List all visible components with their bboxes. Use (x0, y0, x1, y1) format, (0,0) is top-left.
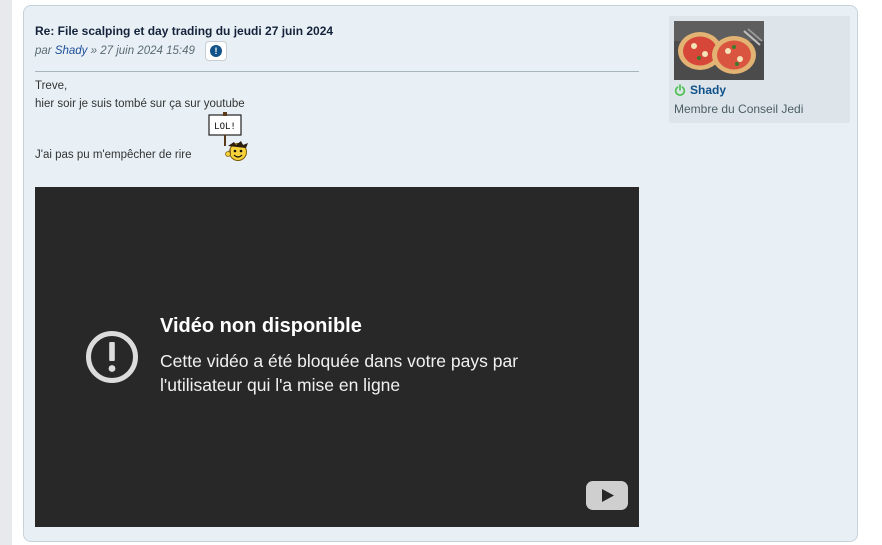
video-unavailable-title: Vidéo non disponible (160, 315, 362, 337)
exclamation-circle-icon (86, 331, 138, 383)
youtube-logo-icon[interactable] (586, 481, 628, 510)
user-avatar[interactable] (674, 21, 764, 80)
post-meta: par Shady » 27 juin 2024 15:49 (35, 45, 195, 57)
author-profile: Shady Membre du Conseil Jedi (669, 16, 850, 123)
post-text-line: hier soir je suis tombé sur ça sur youtu… (35, 98, 245, 110)
lol-smiley-icon: LOL! (208, 112, 248, 161)
post-date: » 27 juin 2024 15:49 (87, 45, 195, 57)
page-left-rail (0, 0, 12, 545)
embedded-video[interactable]: Vidéo non disponible Cette vidéo a été b… (35, 187, 639, 527)
meta-prefix: par (35, 45, 55, 57)
post-title[interactable]: Re: File scalping et day trading du jeud… (35, 24, 333, 38)
profile-username-link[interactable]: Shady (690, 83, 726, 97)
post-author-link[interactable]: Shady (55, 45, 88, 57)
online-status-icon (674, 84, 686, 96)
report-post-button[interactable]: ! (205, 41, 227, 61)
profile-rank: Membre du Conseil Jedi (674, 102, 804, 116)
post-text-line: J'ai pas pu m'empêcher de rire (35, 149, 192, 161)
video-unavailable-message: Cette vidéo a été bloquée dans votre pay… (160, 351, 519, 395)
forum-post: Re: File scalping et day trading du jeud… (23, 5, 858, 542)
smiley-sign-text: LOL! (214, 122, 236, 132)
post-text-line: Treve, (35, 80, 68, 92)
post-divider (35, 71, 639, 72)
exclamation-circle-icon: ! (210, 45, 222, 57)
